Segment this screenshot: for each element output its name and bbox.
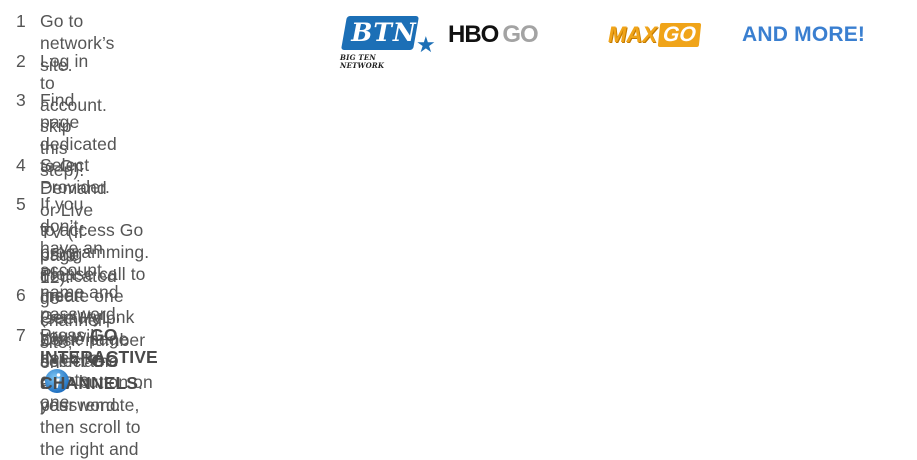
network-logos: BTN ★ BIG TEN NETWORK HBO GO MAX GO AND …: [340, 6, 912, 70]
max-go-logo-part1: MAX: [608, 22, 657, 47]
step-text-suffix: .: [138, 373, 143, 393]
step-number: 1: [16, 11, 26, 31]
step-text-prefix: Press: [40, 325, 91, 345]
hbo-go-logo-part2: GO: [502, 21, 538, 48]
step-number: 6: [16, 285, 26, 305]
step-number: 3: [16, 90, 26, 110]
hbo-go-logo-part1: HBO: [448, 21, 499, 48]
hbo-go-logo: HBO GO: [448, 20, 539, 50]
step-text-prefix: select: [40, 351, 92, 371]
step-text-line-3: page 12).: [40, 245, 80, 287]
and-more-text: AND MORE!: [742, 23, 866, 46]
btn-logo-tagline: BIG TEN NETWORK: [340, 53, 385, 70]
step-number: 2: [16, 51, 26, 71]
step-number: 7: [16, 325, 26, 345]
step-text: Select Provider.: [40, 155, 110, 197]
step-number: 5: [16, 194, 26, 214]
btn-logo-text: BTN: [351, 18, 417, 47]
star-icon: ★: [416, 32, 436, 57]
btn-logo: BTN ★ BIG TEN NETWORK: [340, 6, 440, 70]
max-go-logo: MAX GO: [608, 18, 701, 52]
step-text-line-2: select GO CHANNELS.: [40, 350, 143, 394]
max-go-logo-part2: GO: [657, 23, 701, 47]
step-number: 4: [16, 155, 26, 175]
